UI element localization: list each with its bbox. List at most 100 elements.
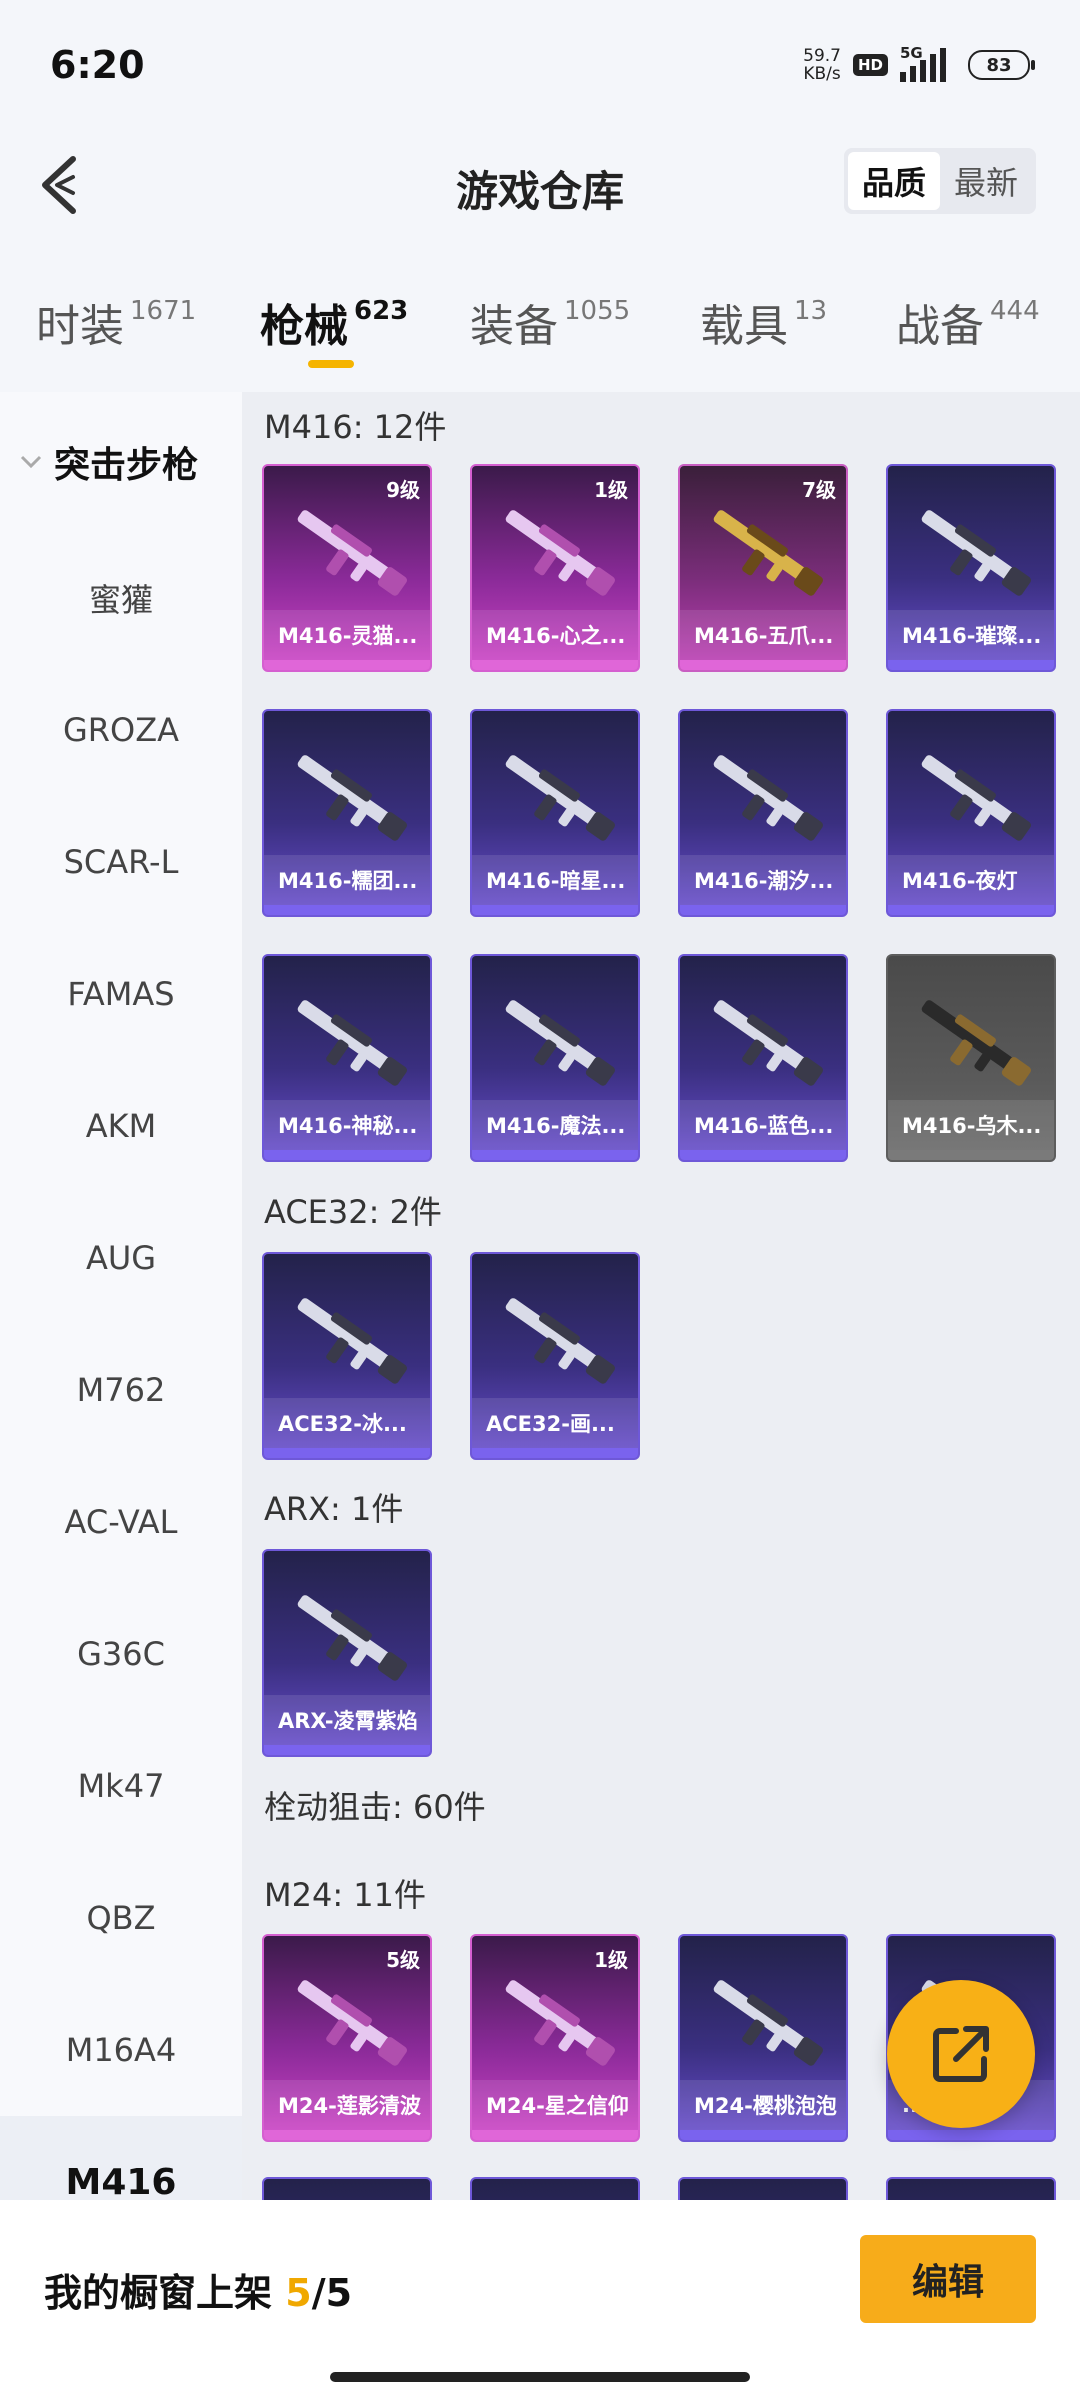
rifle-icon (921, 755, 1031, 841)
sidebar-item[interactable]: G36C (0, 1588, 242, 1720)
sidebar-item[interactable]: AC-VAL (0, 1456, 242, 1588)
network-speed-unit: KB/s (803, 64, 841, 84)
weapon-card[interactable]: 9级 M416-灵猫... (262, 464, 432, 672)
weapon-name: M416-暗星... (472, 855, 638, 905)
tab-firearms[interactable]: 枪械 623 (260, 290, 408, 354)
network-speed-value: 59.7 (803, 46, 841, 66)
weapon-card[interactable]: M416-暗星... (470, 709, 640, 917)
sort-toggle: 品质 最新 (843, 148, 1036, 214)
weapon-card[interactable]: M416-潮汐... (678, 709, 848, 917)
weapon-card[interactable]: 1级 M416-心之... (470, 464, 640, 672)
rifle-icon (297, 1298, 407, 1384)
rifle-icon (297, 1595, 407, 1681)
edit-button[interactable]: 编辑 (860, 2235, 1036, 2323)
rifle-icon (713, 1980, 823, 2066)
weapon-name: M416-璀璨... (888, 610, 1054, 660)
weapon-card[interactable] (470, 2177, 640, 2200)
weapon-card[interactable]: M416-神秘... (262, 954, 432, 1162)
weapon-name: M416-心之... (472, 610, 638, 660)
weapon-card[interactable] (262, 2177, 432, 2200)
tab-count: 1055 (564, 296, 631, 326)
bottom-bar: 我的橱窗上架 5/5 编辑 (0, 2200, 1080, 2400)
weapon-card[interactable]: M24-樱桃泡泡 (678, 1934, 848, 2142)
weapon-card[interactable]: M416-夜灯 (886, 709, 1056, 917)
weapon-name: M24-莲影清波 (264, 2080, 430, 2130)
weapon-card[interactable]: M416-璀璨... (886, 464, 1056, 672)
weapon-name: ARX-凌霄紫焰 (264, 1695, 430, 1745)
weapon-card[interactable]: M416-乌木... (886, 954, 1056, 1162)
weapon-name: ACE32-冰... (264, 1398, 430, 1448)
quality-bar (888, 905, 1054, 915)
weapon-name: M416-潮汐... (680, 855, 846, 905)
tab-equipment[interactable]: 装备 1055 (470, 290, 630, 354)
quality-bar (264, 1150, 430, 1160)
weapon-card[interactable]: 1级 M24-星之信仰 (470, 1934, 640, 2142)
tab-label: 装备 (470, 301, 558, 352)
weapon-name: M416-糯团... (264, 855, 430, 905)
tab-count: 444 (990, 296, 1040, 326)
rifle-icon (297, 510, 407, 596)
sort-newest-button[interactable]: 最新 (940, 152, 1032, 210)
rifle-icon (505, 755, 615, 841)
sidebar-item[interactable]: FAMAS (0, 928, 242, 1060)
weapon-card[interactable]: M416-蓝色... (678, 954, 848, 1162)
weapon-card[interactable]: M416-魔法... (470, 954, 640, 1162)
rifle-icon (713, 755, 823, 841)
weapon-card[interactable]: ACE32-画... (470, 1252, 640, 1460)
weapon-card[interactable]: M416-糯团... (262, 709, 432, 917)
home-indicator (330, 2372, 750, 2382)
section-title-ace32: ACE32: 2件 (264, 1193, 442, 1231)
quality-bar (264, 660, 430, 670)
sidebar-item[interactable]: SCAR-L (0, 796, 242, 928)
sidebar-item[interactable]: GROZA (0, 664, 242, 796)
quality-bar (264, 2130, 430, 2140)
tab-label: 枪械 (260, 301, 348, 352)
weapon-name: M416-蓝色... (680, 1100, 846, 1150)
tab-supplies[interactable]: 战备 444 (896, 290, 1040, 354)
sidebar-item[interactable]: AKM (0, 1060, 242, 1192)
weapon-card[interactable]: 7级 M416-五爪... (678, 464, 848, 672)
showcase-status: 我的橱窗上架 5/5 (44, 2262, 352, 2317)
sidebar-item[interactable]: 蜜獾 (0, 532, 242, 664)
chevron-down-icon (20, 455, 42, 469)
tab-vehicles[interactable]: 载具 13 (700, 290, 827, 354)
battery-icon: 83 (968, 50, 1035, 80)
sort-quality-button[interactable]: 品质 (847, 152, 940, 210)
rifle-icon (297, 1000, 407, 1086)
sidebar-item[interactable]: M16A4 (0, 1984, 242, 2116)
rifle-icon (505, 510, 615, 596)
status-time: 6:20 (50, 43, 145, 87)
rifle-icon (505, 1000, 615, 1086)
sidebar-group-assault-rifles[interactable]: 突击步枪 (0, 392, 242, 532)
tab-count: 623 (354, 296, 409, 326)
weapon-name: ACE32-画... (472, 1398, 638, 1448)
sidebar-item[interactable]: Mk47 (0, 1720, 242, 1852)
tab-count: 1671 (130, 296, 197, 326)
section-title-m416: M416: 12件 (264, 408, 447, 446)
status-bar: 6:20 59.7 KB/s HD 5G 83 (0, 0, 1080, 130)
rifle-icon (713, 1000, 823, 1086)
weapon-card[interactable] (678, 2177, 848, 2200)
active-tab-indicator (308, 360, 354, 368)
weapon-card[interactable]: ARX-凌霄紫焰 (262, 1549, 432, 1757)
sidebar-item[interactable]: QBZ (0, 1852, 242, 1984)
network-speed: 59.7 KB/s (803, 47, 841, 83)
status-icons: 59.7 KB/s HD 5G 83 (803, 44, 1035, 83)
weapon-card[interactable]: ACE32-冰... (262, 1252, 432, 1460)
weapon-card[interactable]: 5级 M24-莲影清波 (262, 1934, 432, 2142)
quality-bar (680, 905, 846, 915)
weapon-card[interactable] (886, 2177, 1056, 2200)
share-button[interactable] (887, 1980, 1035, 2128)
quality-bar (680, 1150, 846, 1160)
weapon-name: M24-樱桃泡泡 (680, 2080, 846, 2130)
rifle-icon (921, 510, 1031, 596)
quality-bar (680, 660, 846, 670)
quality-bar (680, 2130, 846, 2140)
tab-fashion[interactable]: 时装 1671 (36, 290, 196, 354)
sidebar-item[interactable]: AUG (0, 1192, 242, 1324)
sidebar-item-active[interactable]: M416 (0, 2116, 242, 2200)
sidebar-item[interactable]: M762 (0, 1324, 242, 1456)
weapon-name: M416-乌木... (888, 1100, 1054, 1150)
tab-label: 战备 (896, 301, 984, 352)
app-header: 游戏仓库 品质 最新 (0, 130, 1080, 240)
